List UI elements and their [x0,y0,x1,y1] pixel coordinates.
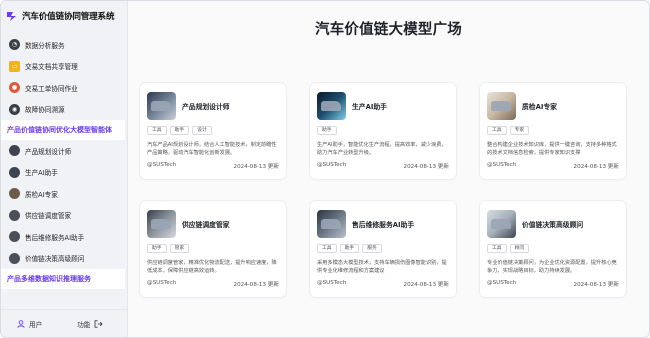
card-tag: 设计 [192,126,212,135]
card-tag: 助手 [317,126,337,135]
agent-card[interactable]: 供应链调度管家 助手 管家 供应链调度管家，精准优化物流配送，提升响应速度，降低… [140,201,286,297]
agent-card[interactable]: 产品规划设计师 工具 助手 设计 汽车产品AI规划设计师，结合人工智能技术，制定… [140,83,286,179]
card-tag: 专家 [509,126,530,135]
card-author: @SUSTech [487,162,517,168]
sidebar-item-qc-ai[interactable]: 质检AI专家 [1,183,127,205]
sidebar-item-workorder[interactable]: ● 交易工单协同作业 [1,77,127,99]
avatar-icon [9,252,20,264]
sidebar-item-label: 质检AI专家 [25,190,58,199]
card-title: 供应链调度管家 [182,221,230,229]
card-thumbnail [487,92,516,120]
card-title: 生产AI助手 [352,103,387,111]
card-updated: 2024-08-13 更新 [573,282,619,288]
team-icon: ● [9,82,20,94]
logout-icon [94,319,103,328]
function-button[interactable]: 功能 [77,319,103,329]
avatar-icon [9,188,20,200]
sidebar-item-data-analysis[interactable]: ◔ 数据分析服务 [1,34,127,56]
avatar-icon [9,231,20,243]
sidebar-item-supply-chain[interactable]: 供应链调度管家 [1,205,127,227]
folder-icon: ▭ [9,60,20,72]
card-updated: 2024-08-13 更新 [233,164,279,170]
avatar-icon [9,145,20,157]
sidebar-item-label: 交易工单协同作业 [25,84,78,93]
card-author: @SUSTech [487,280,517,286]
page-title: 汽车价值链大模型广场 [315,22,462,38]
card-updated: 2024-08-13 更新 [573,164,619,170]
card-tag: 助手 [147,244,167,253]
card-thumbnail [147,92,176,120]
card-description: 专业价值链决策顾问，为企业优化资源配置，提升核心竞争力，实现战略目标，助力持续发… [487,260,617,274]
app-window: 汽车价值链协同管理系统 ◔ 数据分析服务 ▭ 交易文档共享管理 ● 交易工单协同… [0,0,650,338]
sidebar-footer: 用户 功能 [1,309,127,337]
card-author: @SUSTech [317,162,347,168]
agent-card[interactable]: 售后维修服务AI助手 工具 助手 服务 采用多模态大模型技术，支持车辆损伤图像智… [310,201,456,297]
sidebar-item-label: 价值链决策高级顾问 [25,255,85,264]
agent-card[interactable]: 价值链决策高级顾问 工具 顾问 专业价值链决策顾问，为企业优化资源配置，提升核心… [480,201,626,297]
sidebar-item-label: 故障协同溯源 [25,106,65,115]
sidebar-item-label: 交易文档共享管理 [25,63,78,72]
sidebar-section-knowledge[interactable]: 产品多维数据知识推理服务 [1,269,125,289]
card-updated: 2024-08-13 更新 [233,282,279,288]
sidebar-nav: ◔ 数据分析服务 ▭ 交易文档共享管理 ● 交易工单协同作业 ◉ 故障协同溯源 … [1,34,127,289]
card-title: 价值链决策高级顾问 [522,221,584,229]
sidebar-item-label: 产品规划设计师 [25,147,72,156]
sidebar-section-agents[interactable]: 产品价值链协同优化大模型智能体 [1,120,125,140]
sidebar-item-decision-advisor[interactable]: 价值链决策高级顾问 [1,248,127,270]
trace-icon: ◉ [9,103,20,115]
card-tag: 管家 [169,244,190,253]
card-tag: 助手 [169,126,190,135]
sidebar-item-doc-sharing[interactable]: ▭ 交易文档共享管理 [1,56,127,78]
user-icon [17,319,25,328]
sidebar-item-after-sales[interactable]: 售后维修服务AI助手 [1,226,127,248]
card-thumbnail [317,210,346,238]
sidebar-item-production-ai[interactable]: 生产AI助手 [1,162,127,184]
card-title: 质检AI专家 [522,103,557,111]
card-thumbnail [147,210,176,238]
chart-icon: ◔ [9,39,20,51]
sidebar-item-label: 数据分析服务 [25,41,65,50]
card-description: 汽车产品AI规划设计师，结合人工智能技术，制定前瞻性产品策略，驱动汽车智能化创新… [147,142,277,156]
avatar-icon [9,209,20,221]
card-description: 整合构建企业技术知识库，提供一键咨询，支持多种格式的技术文档信息检索，提供专家知… [487,142,617,156]
card-tag: 工具 [487,244,507,253]
app-logo-icon [7,12,16,21]
card-tag: 服务 [362,244,382,253]
card-author: @SUSTech [147,162,177,168]
card-thumbnail [487,210,516,238]
card-thumbnail [317,92,346,120]
card-tag: 工具 [317,244,337,253]
card-title: 售后维修服务AI助手 [352,221,415,229]
user-button[interactable]: 用户 [17,319,42,329]
card-description: 生产AI助手，智能优化生产流程，提高效率，减少浪费，助力汽车产业转型升级。 [317,142,447,156]
card-tag: 助手 [339,244,360,253]
card-tag: 顾问 [509,244,530,253]
sidebar-item-label: 供应链调度管家 [25,212,72,221]
user-label: 用户 [29,320,43,329]
card-updated: 2024-08-13 更新 [403,164,449,170]
card-tag: 工具 [147,126,167,135]
sidebar-item-fault-trace[interactable]: ◉ 故障协同溯源 [1,99,127,121]
function-label: 功能 [77,320,91,329]
card-title: 产品规划设计师 [182,103,230,111]
card-description: 采用多模态大模型技术，支持车辆损伤图像智能识别，提供专业化维修流程和方案建议 [317,260,447,274]
sidebar: 汽车价值链协同管理系统 ◔ 数据分析服务 ▭ 交易文档共享管理 ● 交易工单协同… [1,1,128,337]
agent-card[interactable]: 质检AI专家 工具 专家 整合构建企业技术知识库，提供一键咨询，支持多种格式的技… [480,83,626,179]
sidebar-item-label: 生产AI助手 [25,169,58,178]
card-author: @SUSTech [317,280,347,286]
app-title: 汽车价值链协同管理系统 [22,12,115,22]
card-updated: 2024-08-13 更新 [403,282,449,288]
card-tag: 工具 [487,126,507,135]
sidebar-item-product-planner[interactable]: 产品规划设计师 [1,140,127,162]
brand: 汽车价值链协同管理系统 [1,1,127,31]
avatar-icon [9,166,20,178]
sidebar-item-label: 售后维修服务AI助手 [25,233,85,242]
card-description: 供应链调度管家，精准优化物流配送，提升响应速度，降低成本，保障供应链高效运转。 [147,260,277,274]
main-content: 汽车价值链大模型广场 产品规划设计师 工具 助手 设计 汽车产品AI规划设计师，… [128,1,649,337]
agent-card[interactable]: 生产AI助手 助手 生产AI助手，智能优化生产流程，提高效率，减少浪费，助力汽车… [310,83,456,179]
card-author: @SUSTech [147,280,177,286]
